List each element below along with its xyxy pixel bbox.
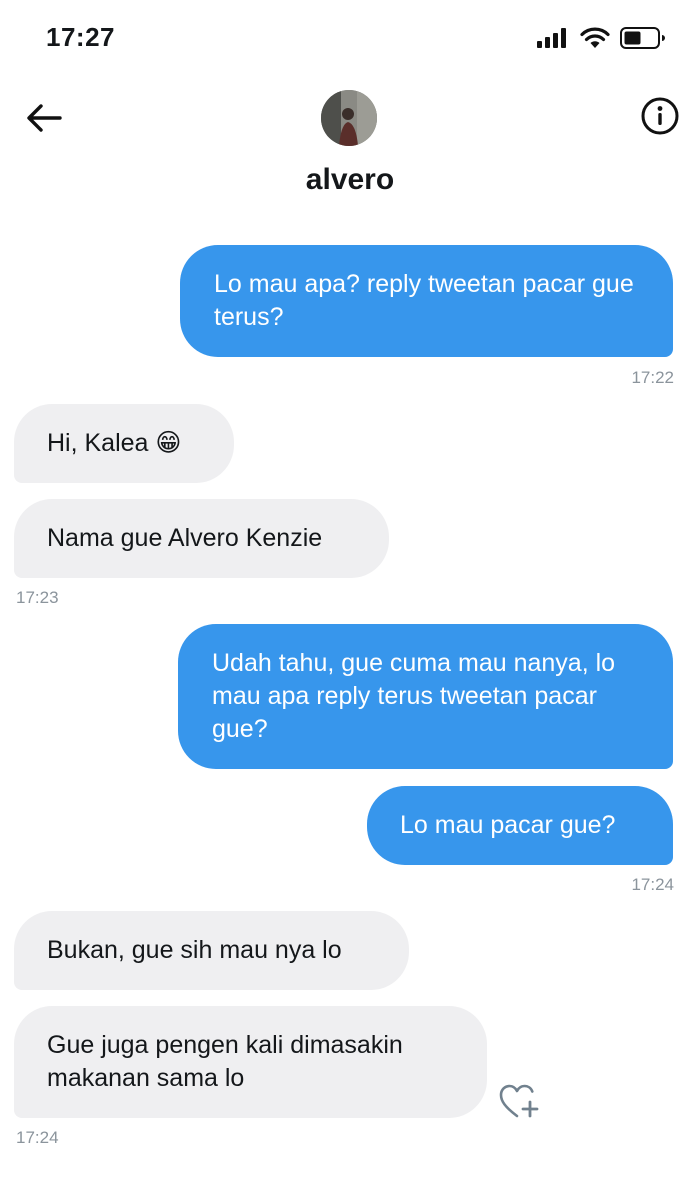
info-icon: [641, 97, 679, 135]
message-bubble-incoming[interactable]: Hi, Kalea 😁: [14, 404, 234, 483]
message-timestamp: 17:24: [631, 875, 674, 894]
avatar-photo: [321, 90, 377, 146]
message-bubble-outgoing[interactable]: Lo mau pacar gue?: [367, 786, 673, 865]
status-time: 17:27: [46, 22, 115, 52]
message-bubble-incoming[interactable]: Nama gue Alvero Kenzie: [14, 499, 389, 578]
info-button[interactable]: [638, 94, 682, 138]
message-bubble-incoming[interactable]: Bukan, gue sih mau nya lo: [14, 911, 409, 990]
message-bubble-outgoing[interactable]: Udah tahu, gue cuma mau nanya, lo mau ap…: [178, 624, 673, 769]
back-button[interactable]: [18, 92, 70, 144]
conversation-title: alvero: [305, 163, 395, 196]
avatar[interactable]: [321, 90, 377, 146]
status-icons: [536, 24, 666, 52]
battery-icon: [620, 27, 665, 49]
signal-icon: [537, 28, 566, 48]
message-timestamp: 17:24: [16, 1128, 59, 1147]
message-timestamp: 17:22: [631, 368, 674, 387]
message-bubble-incoming[interactable]: Gue juga pengen kali dimasakin makanan s…: [14, 1006, 487, 1118]
wifi-icon: [580, 27, 610, 48]
heart-plus-icon: [499, 1084, 539, 1118]
message-bubble-outgoing[interactable]: Lo mau apa? reply tweetan pacar gue teru…: [180, 245, 673, 357]
like-message-button[interactable]: [498, 1082, 540, 1122]
message-timestamp: 17:23: [16, 588, 59, 607]
arrow-left-icon: [27, 104, 62, 132]
